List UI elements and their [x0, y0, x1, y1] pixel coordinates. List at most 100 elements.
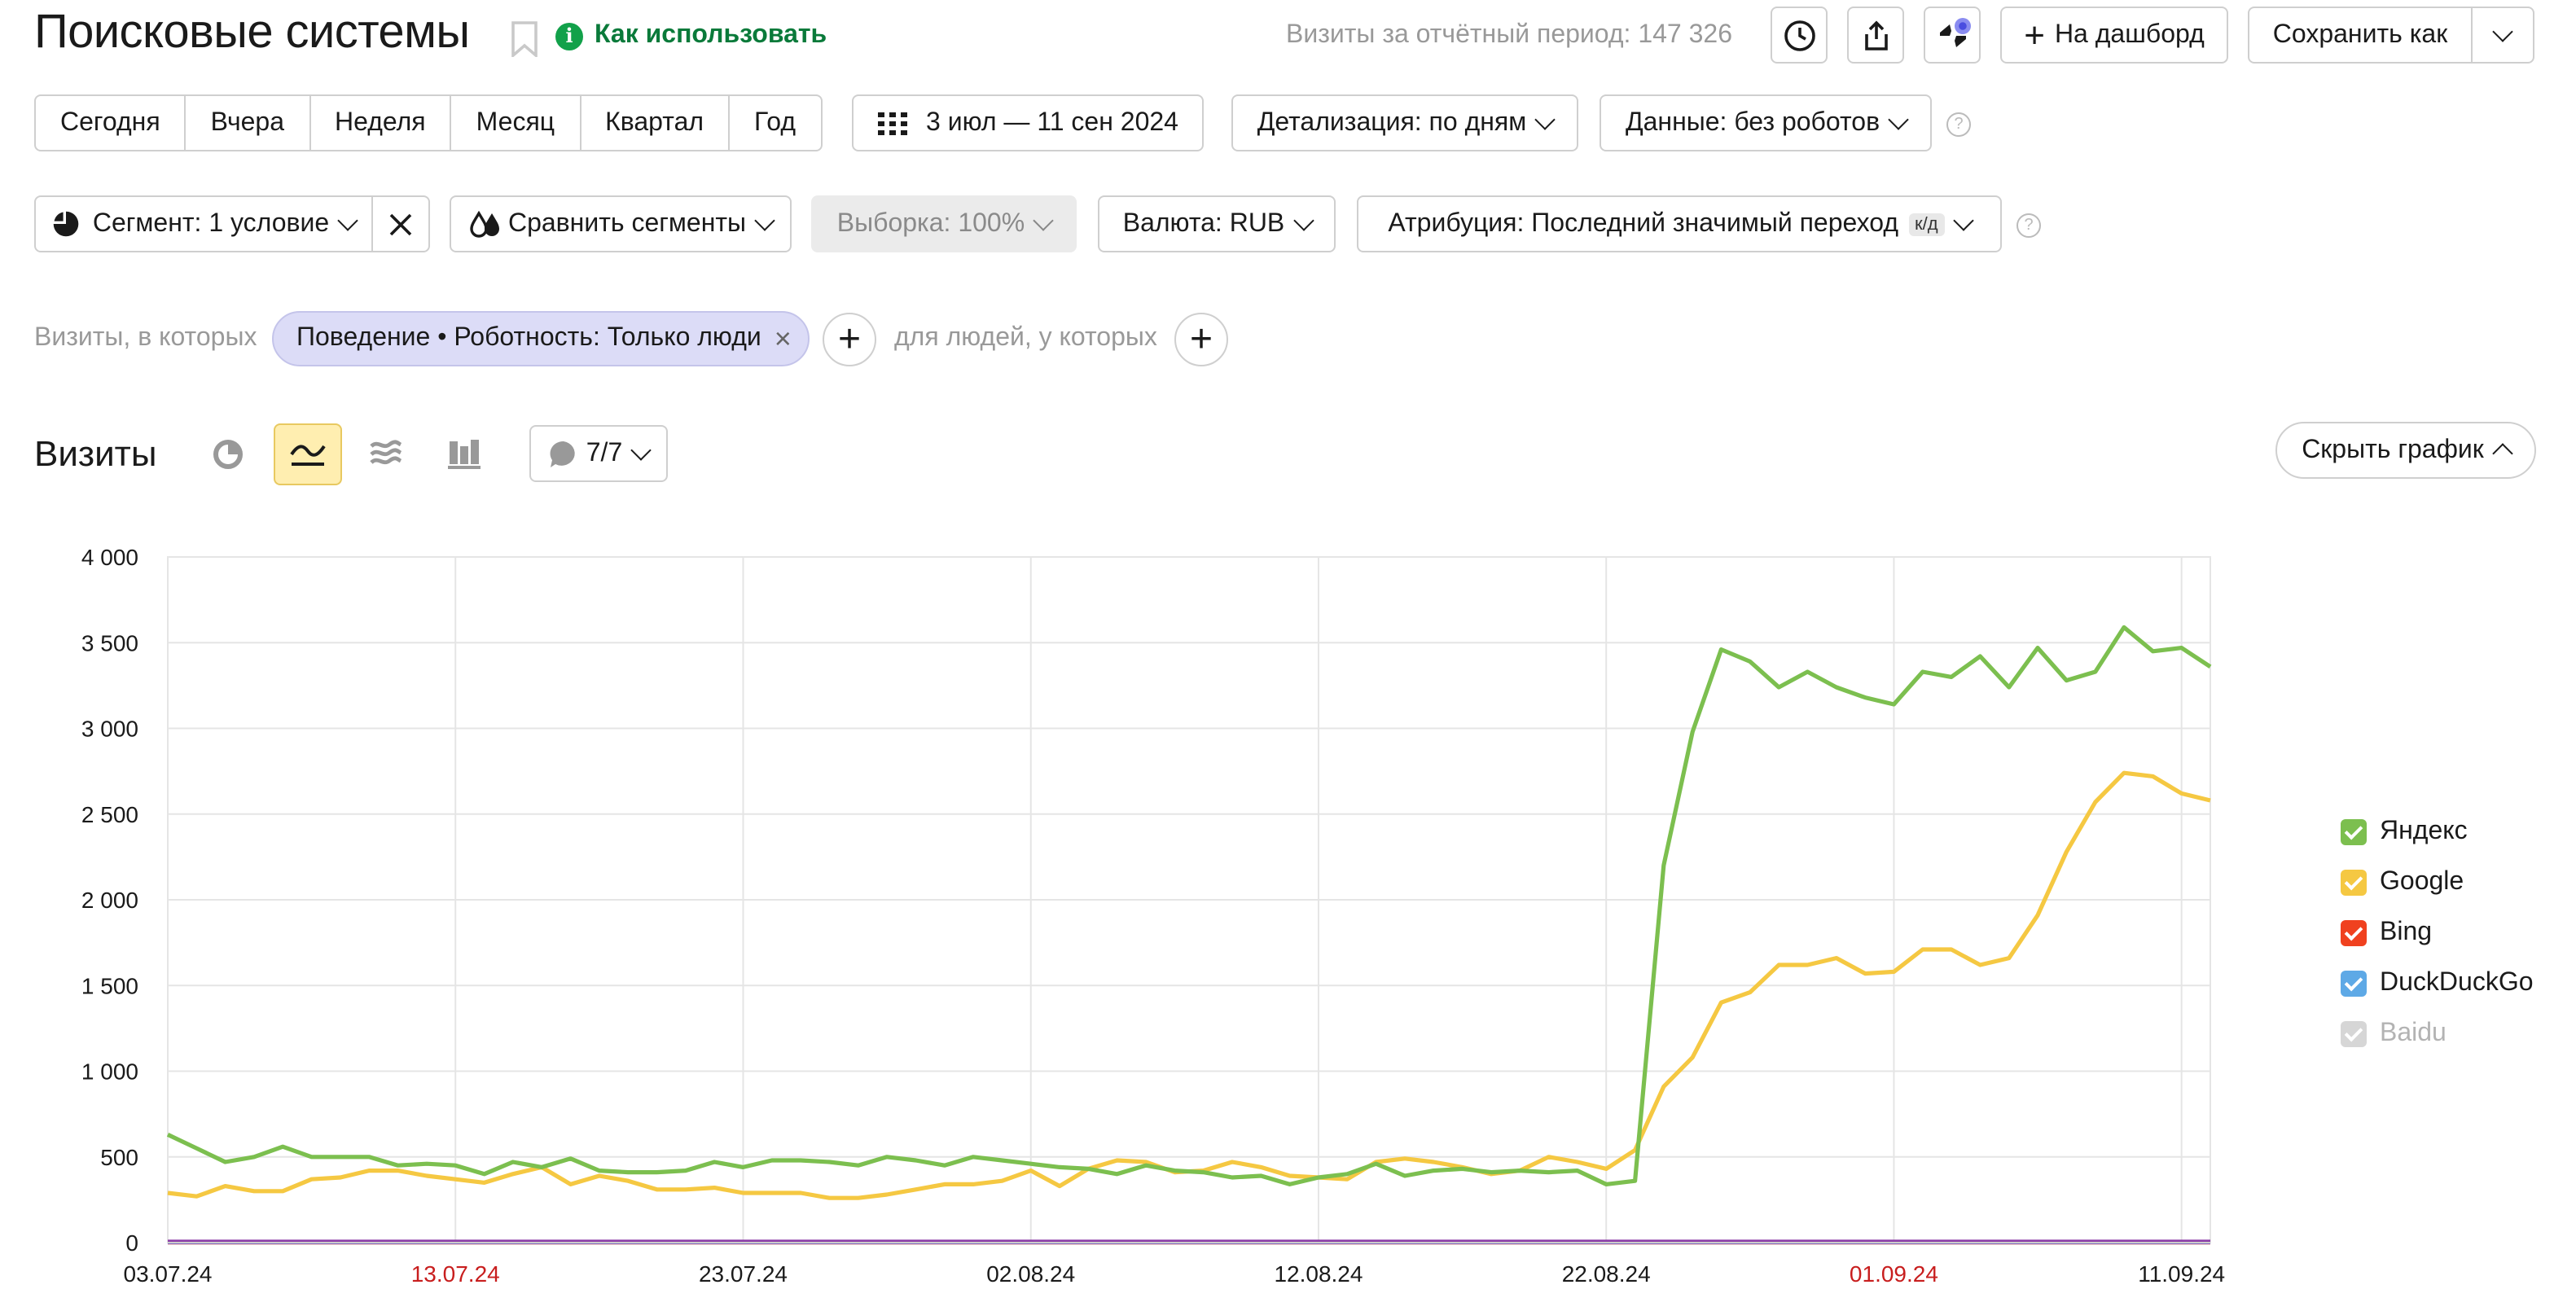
x-tick-label: 11.09.24 — [2138, 1261, 2225, 1287]
legend-label: Baidu — [2380, 1019, 2447, 1046]
legend-item-yandex[interactable]: Яндекс — [2341, 806, 2534, 857]
annotations-dropdown[interactable]: 7/7 — [529, 425, 668, 482]
area-chart-button[interactable] — [352, 423, 420, 485]
bar-chart-icon — [448, 440, 481, 469]
x-tick-label: 23.07.24 — [699, 1261, 788, 1287]
chart-legend: Яндекс Google Bing DuckDuckGo Baidu — [2341, 806, 2534, 1059]
attribution-label: Атрибуция: Последний значимый переход — [1388, 209, 1898, 237]
period-option[interactable]: Сегодня — [36, 96, 187, 150]
date-range-label: 3 июл — 11 сен 2024 — [926, 108, 1178, 136]
drops-icon — [470, 210, 499, 238]
data-mode-dropdown[interactable]: Данные: без роботов — [1600, 94, 1932, 151]
close-icon — [389, 213, 412, 235]
currency-label: Валюта: RUB — [1122, 209, 1285, 237]
bookmark-icon[interactable] — [510, 21, 539, 57]
date-range-button[interactable]: 3 июл — 11 сен 2024 — [852, 94, 1204, 151]
chevron-down-icon — [754, 209, 775, 230]
hide-chart-label: Скрыть график — [2302, 436, 2484, 463]
y-tick-label: 1 500 — [81, 973, 138, 998]
filter-prefix: Визиты, в которых — [34, 324, 257, 352]
x-tick-label: 22.08.24 — [1562, 1261, 1651, 1287]
help-icon[interactable]: ? — [1946, 112, 1971, 137]
bar-chart-button[interactable] — [430, 423, 498, 485]
attribution-dropdown[interactable]: Атрибуция: Последний значимый переход к/… — [1357, 195, 2002, 252]
clear-segment-button[interactable] — [371, 195, 430, 252]
x-tick-label: 12.08.24 — [1274, 1261, 1363, 1287]
chevron-down-icon — [630, 439, 652, 460]
y-tick-label: 0 — [125, 1230, 138, 1256]
page-title: Поисковые системы — [34, 7, 470, 59]
compare-segments-label: Сравнить сегменты — [507, 209, 747, 237]
save-as-button[interactable]: Сохранить как — [2248, 7, 2473, 64]
clock-icon — [1784, 20, 1815, 50]
legend-item-baidu[interactable]: Baidu — [2341, 1008, 2534, 1059]
period-selector: Сегодня Вчера Неделя Месяц Квартал Год — [34, 94, 822, 151]
sample-dropdown[interactable]: Выборка: 100% — [811, 195, 1077, 252]
history-button[interactable] — [1771, 7, 1828, 64]
checkbox-icon[interactable] — [2341, 818, 2367, 844]
period-option[interactable]: Год — [730, 96, 820, 150]
period-option[interactable]: Квартал — [581, 96, 731, 150]
pie-chart-button[interactable] — [194, 423, 262, 485]
help-icon[interactable]: ? — [2016, 213, 2041, 238]
annotations-count: 7/7 — [586, 439, 623, 467]
save-as-dropdown[interactable] — [2471, 7, 2534, 64]
checkbox-icon[interactable] — [2341, 869, 2367, 895]
info-icon: i — [555, 22, 583, 50]
filter-people-text: для людей, у которых — [894, 324, 1157, 352]
x-tick-label: 03.07.24 — [124, 1261, 213, 1287]
period-option[interactable]: Месяц — [452, 96, 581, 150]
y-tick-label: 4 000 — [81, 545, 138, 570]
how-to-use-label: Как использовать — [595, 21, 827, 49]
detail-dropdown[interactable]: Детализация: по дням — [1231, 94, 1578, 151]
area-chart-icon — [370, 440, 402, 465]
close-icon[interactable]: × — [775, 324, 792, 353]
add-people-condition-button[interactable]: + — [1174, 313, 1228, 366]
visits-line-chart[interactable]: 0 500 1 000 1 500 2 000 2 500 3 000 3 500 4 000 0… — [0, 521, 2313, 1303]
legend-item-google[interactable]: Google — [2341, 857, 2534, 907]
period-option[interactable]: Вчера — [187, 96, 310, 150]
data-mode-label: Данные: без роботов — [1625, 108, 1880, 136]
chevron-down-icon — [1292, 209, 1314, 230]
legend-label: Google — [2380, 867, 2464, 895]
legend-item-bing[interactable]: Bing — [2341, 907, 2534, 958]
add-visit-condition-button[interactable]: + — [823, 313, 876, 366]
checkbox-icon[interactable] — [2341, 919, 2367, 945]
to-dashboard-button[interactable]: + На дашборд — [2000, 7, 2228, 64]
plus-icon: + — [2024, 14, 2045, 55]
thumbs-icon — [1939, 17, 1970, 46]
line-chart-button[interactable] — [274, 423, 342, 485]
filter-chip[interactable]: Поведение • Роботность: Только люди × — [272, 311, 810, 366]
y-tick-label: 500 — [100, 1145, 138, 1170]
export-button[interactable] — [1847, 7, 1904, 64]
chevron-up-icon — [2492, 443, 2513, 464]
x-tick-label: 13.07.24 — [411, 1261, 500, 1287]
chevron-down-icon — [337, 209, 358, 230]
attribution-badge: к/д — [1908, 213, 1945, 235]
feedback-button[interactable] — [1924, 7, 1981, 64]
comment-icon — [550, 440, 575, 467]
legend-item-duckduckgo[interactable]: DuckDuckGo — [2341, 958, 2534, 1008]
pie-segment-icon — [53, 211, 79, 237]
to-dashboard-label: На дашборд — [2054, 20, 2205, 48]
period-option[interactable]: Неделя — [310, 96, 452, 150]
y-tick-label: 3 000 — [81, 717, 138, 742]
line-chart-icon — [290, 445, 326, 466]
save-as-label: Сохранить как — [2272, 20, 2448, 48]
y-tick-label: 2 500 — [81, 802, 138, 827]
legend-label: Яндекс — [2380, 817, 2468, 844]
checkbox-icon[interactable] — [2341, 970, 2367, 996]
hide-chart-button[interactable]: Скрыть график — [2275, 422, 2536, 479]
how-to-use-link[interactable]: i Как использовать — [555, 21, 827, 50]
segment-dropdown[interactable]: Сегмент: 1 условие — [34, 195, 373, 252]
checkbox-icon[interactable] — [2341, 1020, 2367, 1046]
currency-dropdown[interactable]: Валюта: RUB — [1098, 195, 1336, 252]
y-tick-label: 1 000 — [81, 1059, 138, 1085]
compare-segments-dropdown[interactable]: Сравнить сегменты — [450, 195, 792, 252]
chevron-down-icon — [1888, 108, 1909, 129]
detail-label: Детализация: по дням — [1257, 108, 1527, 136]
pie-chart-icon — [213, 440, 243, 469]
share-icon — [1864, 20, 1887, 50]
visits-total-text: Визиты за отчётный период: 147 326 — [1286, 21, 1732, 49]
plus-icon: + — [837, 317, 861, 361]
